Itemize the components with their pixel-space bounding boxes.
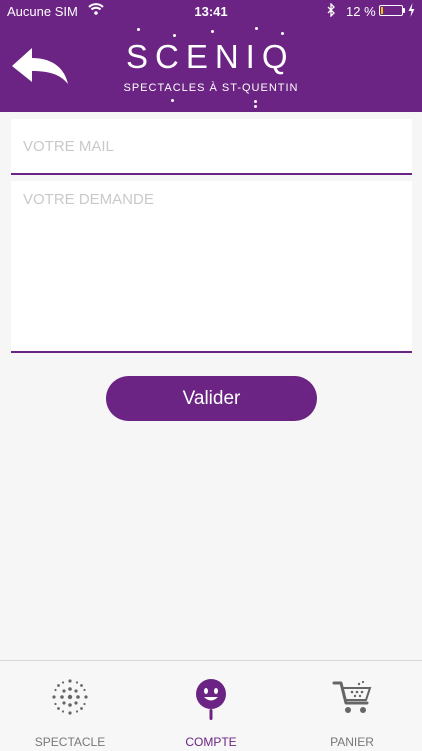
battery-percent: 12 % (346, 4, 376, 19)
email-field-container (11, 119, 412, 175)
battery-level-fill (381, 7, 383, 14)
tab-label: SPECTACLE (34, 735, 106, 749)
tab-label: COMPTE (185, 735, 237, 749)
request-field-container (11, 181, 412, 353)
app-logo: SCENIQ (126, 38, 295, 75)
email-input[interactable] (21, 133, 395, 159)
logo-dot (254, 100, 257, 103)
cart-icon (332, 680, 372, 713)
logo-dot (137, 28, 140, 31)
logo-dot (281, 32, 284, 35)
app-header: Aucune SIM 13:41 12 % SCENIQ SPECTACLES … (0, 0, 422, 112)
logo-dot (171, 99, 174, 102)
logo-dot (255, 27, 258, 30)
request-textarea[interactable] (21, 189, 405, 343)
logo-dot (211, 30, 214, 33)
status-bar: Aucune SIM 13:41 12 % (0, 0, 422, 24)
logo-subtitle: SPECTACLES À ST-QUENTIN (123, 82, 299, 94)
battery-icon (379, 5, 403, 16)
logo-dot (173, 34, 176, 37)
charging-icon (408, 3, 415, 20)
account-face-icon (196, 679, 226, 720)
spectacle-burst-icon (52, 679, 88, 715)
tab-panier[interactable]: PANIER (282, 661, 422, 751)
tab-bar: SPECTACLE COMPTE PANIER (0, 660, 422, 751)
tab-compte[interactable]: COMPTE (141, 661, 281, 751)
submit-button[interactable]: Valider (106, 376, 317, 421)
bluetooth-icon (327, 2, 336, 20)
tab-spectacle[interactable]: SPECTACLE (0, 661, 140, 751)
logo-dot (254, 105, 257, 108)
battery-terminal (403, 8, 405, 13)
tab-label: PANIER (330, 735, 374, 749)
back-button[interactable] (8, 44, 70, 90)
back-arrow-icon (12, 48, 68, 84)
